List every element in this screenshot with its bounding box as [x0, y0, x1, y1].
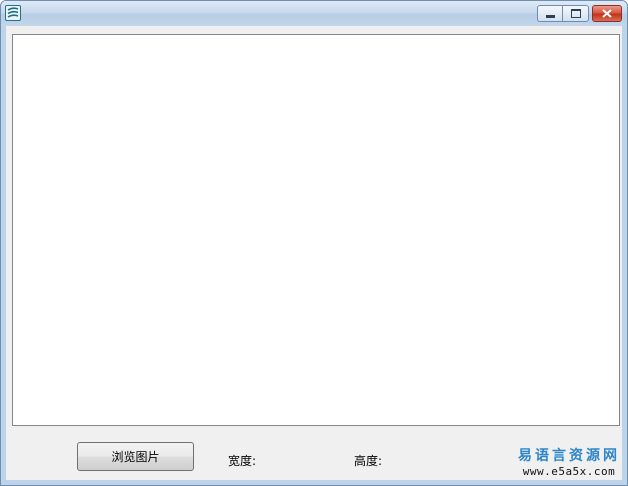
title-bar[interactable] [1, 1, 627, 26]
window-controls [537, 5, 622, 23]
minimize-icon [545, 15, 555, 18]
maximize-button[interactable] [563, 5, 589, 22]
browse-image-button[interactable]: 浏览图片 [77, 442, 194, 471]
minimize-button[interactable] [537, 5, 563, 22]
app-logo-icon[interactable] [5, 5, 21, 21]
maximize-icon [570, 9, 581, 18]
application-window: 浏览图片 宽度: 高度: 易语言资源网 www.e5a5x.com [0, 0, 628, 486]
image-preview-box [12, 34, 620, 426]
width-label: 宽度: [228, 454, 257, 468]
height-label: 高度: [354, 454, 383, 468]
client-area: 浏览图片 宽度: 高度: 易语言资源网 www.e5a5x.com [6, 26, 622, 480]
close-button[interactable] [592, 5, 622, 22]
watermark-url: www.e5a5x.com [522, 465, 616, 478]
site-watermark: 易语言资源网 www.e5a5x.com [514, 448, 624, 479]
close-icon [602, 9, 612, 18]
watermark-text: 易语言资源网 [518, 448, 620, 464]
